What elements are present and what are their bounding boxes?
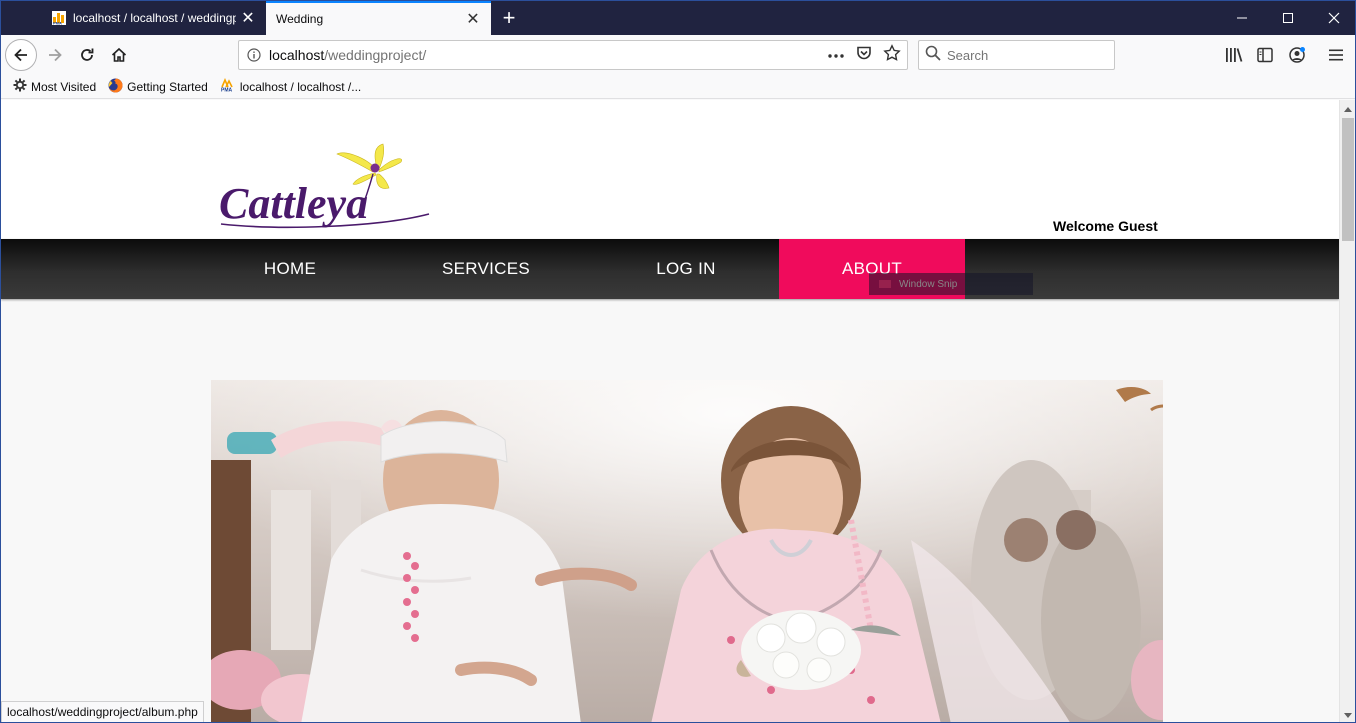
vertical-scrollbar[interactable] <box>1339 100 1355 722</box>
nav-home[interactable]: HOME <box>210 239 370 299</box>
main-nav: HOME SERVICES LOG IN ABOUT <box>1 239 1339 299</box>
scroll-thumb[interactable] <box>1342 118 1354 241</box>
tab-wedding[interactable]: Wedding ✕ <box>266 1 491 35</box>
home-button[interactable] <box>103 39 135 71</box>
close-icon[interactable]: ✕ <box>236 8 260 28</box>
url-path: /weddingproject/ <box>324 47 427 63</box>
reload-button[interactable] <box>71 39 103 71</box>
wedding-couple-photo <box>211 380 1163 722</box>
tab-title: Wedding <box>276 12 324 26</box>
sidebar-button[interactable] <box>1254 44 1276 66</box>
status-bar: localhost/weddingproject/album.php <box>1 701 204 722</box>
search-icon <box>925 45 941 66</box>
svg-text:PMA: PMA <box>221 88 233 93</box>
scroll-up-arrow[interactable] <box>1340 102 1355 116</box>
close-icon[interactable]: ✕ <box>461 9 485 29</box>
maximize-icon <box>1283 13 1293 23</box>
bookmark-getting-started[interactable]: Getting Started <box>108 77 208 96</box>
logo-text: Cattleya <box>219 179 368 228</box>
close-icon <box>1328 12 1340 24</box>
pocket-icon[interactable] <box>855 44 873 67</box>
scroll-down-arrow[interactable] <box>1340 708 1355 722</box>
tab-phpmyadmin[interactable]: PMA localhost / localhost / weddingpro ✕ <box>42 1 266 35</box>
library-button[interactable] <box>1223 44 1245 66</box>
tab-bar: PMA localhost / localhost / weddingpro ✕… <box>1 1 1355 35</box>
hamburger-icon <box>1329 49 1343 61</box>
info-icon[interactable] <box>239 48 269 62</box>
home-icon <box>111 47 127 62</box>
cattleya-logo[interactable]: Cattleya <box>215 142 440 230</box>
minimize-button[interactable] <box>1219 1 1265 35</box>
sidebar-icon <box>1257 47 1273 63</box>
url-host: localhost <box>269 47 325 63</box>
bookmarks-bar: Most Visited Getting Started PMA localho… <box>1 75 1355 99</box>
nav-services[interactable]: SERVICES <box>406 239 566 299</box>
svg-text:PMA: PMA <box>53 21 62 26</box>
arrow-right-icon <box>49 48 62 62</box>
minimize-icon <box>1237 17 1247 19</box>
back-button[interactable] <box>5 39 37 71</box>
bookmark-most-visited[interactable]: Most Visited <box>13 78 96 95</box>
firefox-icon <box>108 77 123 96</box>
maximize-button[interactable] <box>1265 1 1311 35</box>
welcome-text: Welcome Guest <box>1053 218 1158 234</box>
bookmark-label: localhost / localhost /... <box>239 79 362 94</box>
page-viewport: Cattleya Welcome Guest HOME SERVICES LOG… <box>1 100 1339 722</box>
browser-window: PMA localhost / localhost / weddingpro ✕… <box>0 0 1356 723</box>
bookmark-label: Most Visited <box>31 79 97 94</box>
account-icon <box>1289 47 1305 63</box>
window-snip-overlay: Window Snip <box>869 273 1033 295</box>
account-button[interactable] <box>1286 44 1308 66</box>
bookmark-label: Getting Started <box>127 79 208 94</box>
forward-button[interactable] <box>39 39 71 71</box>
phpmyadmin-icon: PMA <box>52 11 66 26</box>
gear-icon <box>13 78 27 95</box>
search-input[interactable] <box>947 47 1097 63</box>
url-bar[interactable]: localhost/weddingproject/ <box>238 40 908 70</box>
menu-button[interactable] <box>1325 44 1347 66</box>
bookmark-star-icon[interactable] <box>883 43 901 67</box>
site-header: Cattleya Welcome Guest <box>1 100 1339 239</box>
arrow-left-icon <box>14 48 27 62</box>
url-text[interactable]: localhost/weddingproject/ <box>269 47 827 63</box>
library-icon <box>1226 48 1243 62</box>
navigation-toolbar: localhost/weddingproject/ <box>1 35 1355 75</box>
bookmark-phpmyadmin[interactable]: PMA localhost / localhost /... <box>220 77 362 95</box>
reload-icon <box>81 48 94 61</box>
snip-icon <box>879 280 891 288</box>
snip-label: Window Snip <box>899 278 958 290</box>
search-bar[interactable] <box>918 40 1115 70</box>
nav-login[interactable]: LOG IN <box>606 239 766 299</box>
tab-title: localhost / localhost / weddingpro <box>73 11 236 25</box>
new-tab-button[interactable]: + <box>497 5 521 31</box>
window-close-button[interactable] <box>1311 1 1355 35</box>
page-actions-icon[interactable] <box>827 46 845 64</box>
phpmyadmin-icon: PMA <box>220 77 236 95</box>
